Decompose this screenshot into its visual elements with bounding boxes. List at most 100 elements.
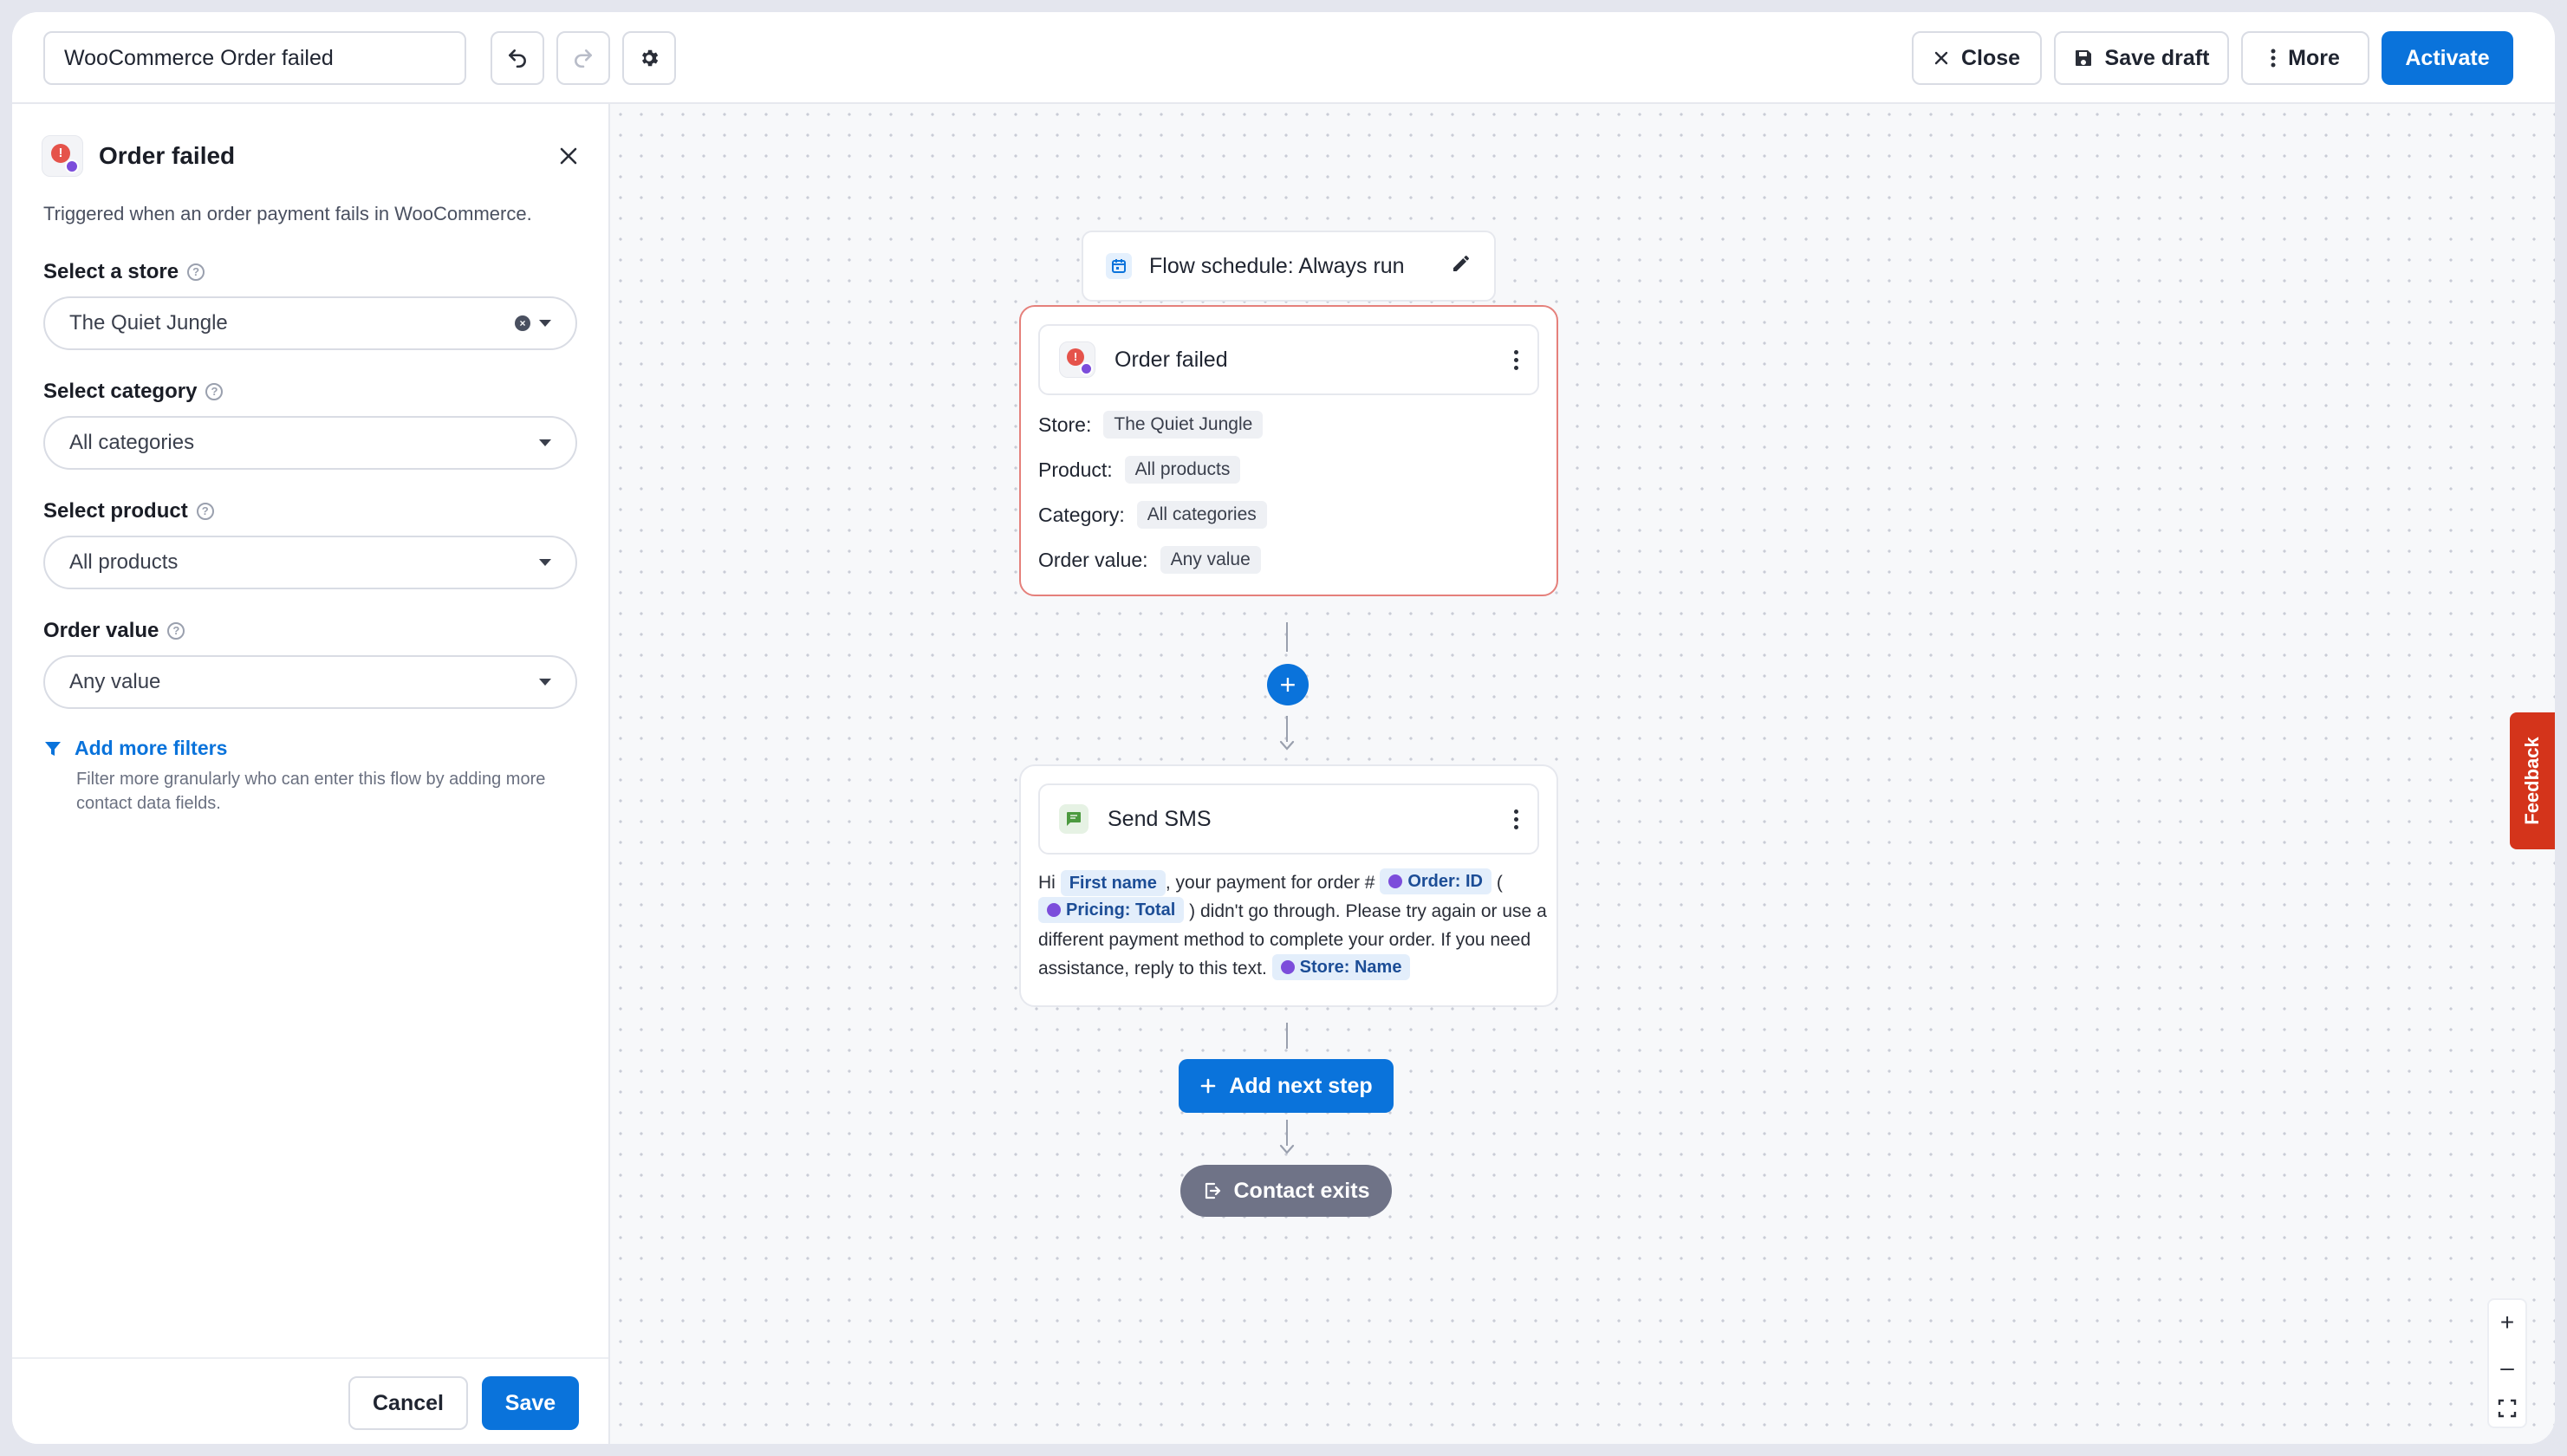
sms-node-header: Send SMS <box>1038 783 1539 855</box>
contact-exits-label: Contact exits <box>1233 1178 1370 1203</box>
panel-description: Triggered when an order payment fails in… <box>43 203 532 224</box>
node-menu-icon[interactable] <box>1514 349 1518 370</box>
top-toolbar: WooCommerce Order failed Close Save draf… <box>12 12 2555 104</box>
add-step-plus-button[interactable]: + <box>1267 664 1309 705</box>
zoom-controls: + – <box>2487 1298 2527 1428</box>
connector-line <box>1286 1023 1288 1049</box>
plus-icon <box>1201 1078 1216 1094</box>
activate-button[interactable]: Activate <box>2382 31 2513 85</box>
panel-header: ! Order failed <box>42 135 235 177</box>
help-icon[interactable]: ? <box>196 503 214 520</box>
feedback-label: Feedback <box>2521 737 2543 825</box>
order-failed-icon: ! <box>1059 341 1095 378</box>
save-icon <box>2075 50 2091 66</box>
add-next-step-button[interactable]: Add next step <box>1179 1059 1394 1113</box>
help-icon[interactable]: ? <box>167 622 185 640</box>
more-label: More <box>2288 45 2340 70</box>
flow-schedule-node[interactable]: Flow schedule: Always run <box>1082 231 1496 302</box>
trigger-row-store: Store: The Quiet Jungle <box>1038 411 1264 439</box>
order-value-select[interactable]: Any value <box>43 655 577 709</box>
add-next-step-label: Add next step <box>1229 1073 1373 1098</box>
sms-message-preview: Hi First name, your payment for order # … <box>1038 868 1550 983</box>
node-menu-icon[interactable] <box>1514 809 1518 829</box>
more-vertical-icon <box>2271 49 2276 68</box>
add-more-filters-label: Add more filters <box>75 737 228 759</box>
row-key: Category: <box>1038 503 1125 526</box>
trigger-row-order-value: Order value: Any value <box>1038 546 1261 574</box>
add-filters-section: Add more filters Filter more granularly … <box>43 737 581 816</box>
cancel-button[interactable]: Cancel <box>348 1376 468 1430</box>
woo-badge-icon <box>1388 874 1403 888</box>
row-value-chip: All products <box>1124 456 1241 484</box>
token-label: Store: Name <box>1299 958 1402 977</box>
row-value-chip: Any value <box>1160 546 1261 574</box>
sms-text: , your payment for order # <box>1165 873 1375 893</box>
trigger-settings-panel: ! Order failed Triggered when an order p… <box>12 104 610 1444</box>
store-label-text: Select a store <box>43 260 179 283</box>
product-select-value: All products <box>69 550 179 574</box>
pencil-icon[interactable] <box>1451 253 1472 280</box>
contact-exits-node[interactable]: Contact exits <box>1180 1165 1392 1217</box>
undo-button[interactable] <box>491 31 544 85</box>
close-icon <box>560 147 577 165</box>
calendar-icon <box>1106 253 1132 279</box>
sms-node-title: Send SMS <box>1108 806 1212 831</box>
product-select[interactable]: All products <box>43 536 577 589</box>
category-select-value: All categories <box>69 431 195 454</box>
undo-icon <box>509 49 526 68</box>
help-icon[interactable]: ? <box>187 263 205 281</box>
arrow-down-icon <box>1279 740 1295 751</box>
token-first-name: First name <box>1060 870 1166 896</box>
chevron-down-icon <box>539 320 551 327</box>
save-button[interactable]: Save <box>482 1376 579 1430</box>
settings-button[interactable] <box>622 31 676 85</box>
add-more-filters-link[interactable]: Add more filters <box>43 737 581 760</box>
order-value-select-value: Any value <box>69 670 161 693</box>
connector-line <box>1286 622 1288 652</box>
category-select[interactable]: All categories <box>43 416 577 470</box>
zoom-out-icon[interactable]: – <box>2500 1354 2514 1381</box>
close-button[interactable]: Close <box>1912 31 2042 85</box>
flow-canvas[interactable]: Flow schedule: Always run ! Order failed… <box>610 104 2555 1444</box>
row-value-chip: All categories <box>1136 501 1267 529</box>
panel-footer: Cancel Save <box>12 1357 608 1444</box>
panel-close-button[interactable] <box>553 140 584 172</box>
row-key: Product: <box>1038 458 1113 481</box>
fit-screen-icon[interactable] <box>2498 1399 2517 1418</box>
token-label: Order: ID <box>1407 872 1483 891</box>
send-sms-node[interactable]: Send SMS Hi First name , your payment for… <box>1019 764 1558 1007</box>
store-field-label: Select a store ? <box>43 260 205 284</box>
redo-icon <box>575 49 592 68</box>
store-select[interactable]: The Quiet Jungle × <box>43 296 577 350</box>
clear-icon[interactable]: × <box>515 315 530 331</box>
feedback-tab[interactable]: Feedback <box>2510 712 2555 849</box>
chevron-down-icon <box>539 559 551 566</box>
help-icon[interactable]: ? <box>205 383 224 400</box>
zoom-in-icon[interactable]: + <box>2500 1309 2514 1336</box>
add-filters-description: Filter more granularly who can enter thi… <box>76 770 546 813</box>
trigger-node-header: ! Order failed <box>1038 324 1539 395</box>
order-failed-icon: ! <box>42 135 83 177</box>
order-value-label-text: Order value <box>43 619 159 642</box>
close-label: Close <box>1960 45 2021 70</box>
redo-button[interactable] <box>556 31 610 85</box>
trigger-node-order-failed[interactable]: ! Order failed Store: The Quiet Jungle P… <box>1019 305 1558 596</box>
token-store-name: Store: Name <box>1271 954 1411 980</box>
filter-icon <box>45 741 61 756</box>
category-label-text: Select category <box>43 380 198 403</box>
chevron-down-icon <box>539 679 551 686</box>
row-key: Store: <box>1038 413 1092 436</box>
category-field-label: Select category ? <box>43 380 224 404</box>
product-label-text: Select product <box>43 499 188 523</box>
product-field-label: Select product ? <box>43 499 214 523</box>
more-button[interactable]: More <box>2241 31 2369 85</box>
save-draft-button[interactable]: Save draft <box>2054 31 2229 85</box>
sms-text: Hi <box>1038 873 1056 893</box>
row-value-chip: The Quiet Jungle <box>1103 411 1264 439</box>
arrow-down-icon <box>1279 1144 1295 1154</box>
trigger-node-title: Order failed <box>1115 347 1228 372</box>
store-select-value: The Quiet Jungle <box>69 311 228 335</box>
token-pricing-total: Pricing: Total <box>1038 897 1185 923</box>
flow-name-input[interactable]: WooCommerce Order failed <box>43 31 466 85</box>
trigger-row-category: Category: All categories <box>1038 501 1267 529</box>
